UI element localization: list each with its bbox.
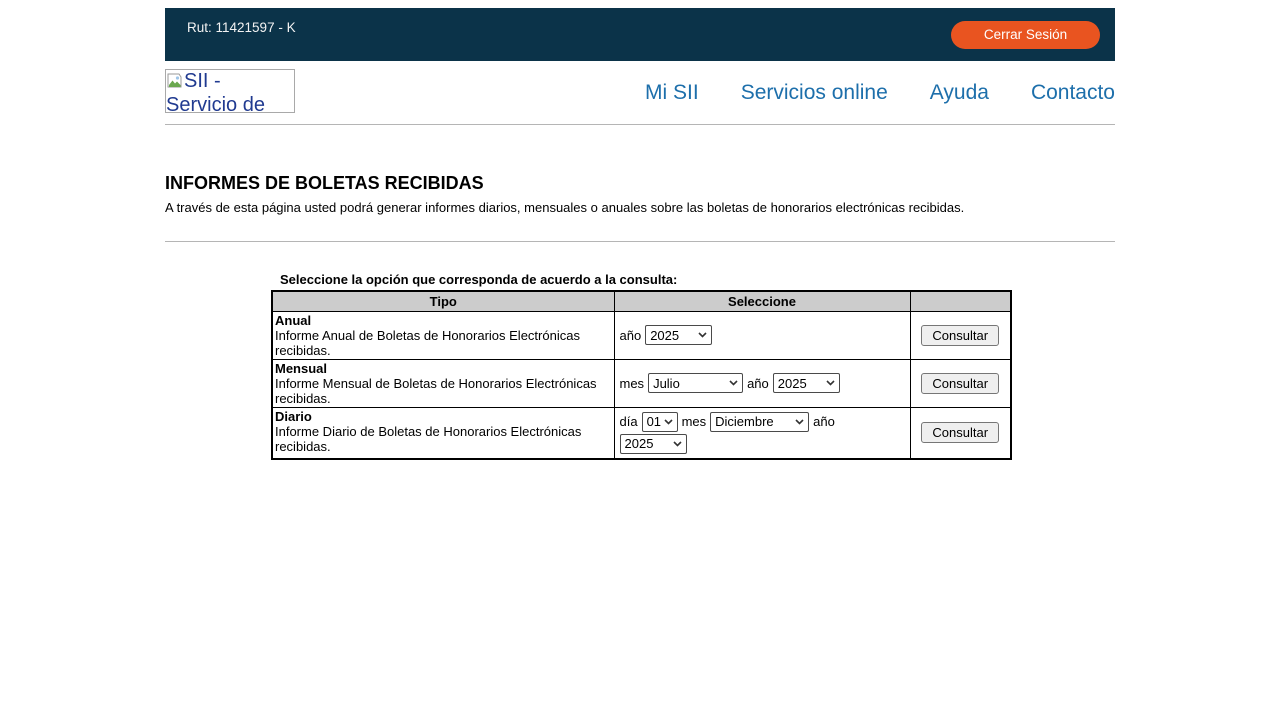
- page-container: Rut: 11421597 - K Cerrar Sesión SII - Se…: [165, 8, 1115, 460]
- seleccione-cell-mensual: mes Julio año 2025: [614, 359, 910, 407]
- page-description: A través de esta página usted podrá gene…: [165, 200, 1115, 217]
- table-header-row: Tipo Seleccione: [272, 291, 1011, 311]
- logout-button[interactable]: Cerrar Sesión: [951, 21, 1100, 49]
- select-value: Diciembre: [715, 414, 774, 429]
- consultar-mensual-button[interactable]: Consultar: [921, 373, 999, 394]
- table-row-anual: Anual Informe Anual de Boletas de Honora…: [272, 311, 1011, 359]
- reports-table: Tipo Seleccione Anual Informe Anual de B…: [271, 290, 1012, 460]
- diario-day-label: día: [620, 414, 638, 429]
- topbar: Rut: 11421597 - K Cerrar Sesión: [165, 8, 1115, 61]
- row-type-label: Mensual: [275, 361, 611, 376]
- row-description: Informe Anual de Boletas de Honorarios E…: [275, 328, 580, 358]
- mensual-month-label: mes: [620, 376, 645, 391]
- table-row-diario: Diario Informe Diario de Boletas de Hono…: [272, 407, 1011, 459]
- chevron-down-icon: [795, 419, 804, 425]
- nav-mi-sii[interactable]: Mi SII: [645, 81, 699, 105]
- header-divider: [165, 124, 1115, 125]
- row-type-label: Anual: [275, 313, 611, 328]
- row-description: Informe Diario de Boletas de Honorarios …: [275, 424, 581, 454]
- diario-month-select[interactable]: Diciembre: [710, 412, 809, 432]
- table-row-mensual: Mensual Informe Mensual de Boletas de Ho…: [272, 359, 1011, 407]
- action-cell-mensual: Consultar: [910, 359, 1011, 407]
- nav-ayuda[interactable]: Ayuda: [930, 81, 989, 105]
- chevron-down-icon: [698, 332, 707, 338]
- diario-month-label: mes: [682, 414, 707, 429]
- consultar-anual-button[interactable]: Consultar: [921, 325, 999, 346]
- diario-year-label: año: [813, 414, 835, 429]
- row-type-label: Diario: [275, 409, 611, 424]
- column-header-actions: [910, 291, 1011, 311]
- broken-image-icon: [167, 72, 183, 94]
- chevron-down-icon: [664, 419, 673, 425]
- mensual-year-select[interactable]: 2025: [773, 373, 840, 393]
- rut-label: Rut: 11421597 - K: [187, 20, 296, 61]
- chevron-down-icon: [729, 380, 738, 386]
- select-value: 2025: [650, 328, 679, 343]
- nav-servicios-online[interactable]: Servicios online: [741, 81, 888, 105]
- tipo-cell-mensual: Mensual Informe Mensual de Boletas de Ho…: [272, 359, 614, 407]
- column-header-tipo: Tipo: [272, 291, 614, 311]
- sii-logo[interactable]: SII - Servicio de: [165, 69, 295, 113]
- seleccione-cell-anual: año 2025: [614, 311, 910, 359]
- mensual-month-select[interactable]: Julio: [648, 373, 743, 393]
- column-header-seleccione: Seleccione: [614, 291, 910, 311]
- select-value: Julio: [653, 376, 680, 391]
- anual-year-label: año: [620, 328, 642, 343]
- diario-year-select[interactable]: 2025: [620, 434, 687, 454]
- table-instruction: Seleccione la opción que corresponda de …: [280, 272, 1115, 287]
- tipo-cell-diario: Diario Informe Diario de Boletas de Hono…: [272, 407, 614, 459]
- chevron-down-icon: [673, 441, 682, 447]
- page-title: INFORMES DE BOLETAS RECIBIDAS: [165, 173, 1115, 195]
- mensual-year-label: año: [747, 376, 769, 391]
- select-value: 01: [647, 414, 661, 429]
- consultar-diario-button[interactable]: Consultar: [921, 422, 999, 443]
- seleccione-cell-diario: día 01 mes Diciembre año: [614, 407, 910, 459]
- select-value: 2025: [625, 436, 654, 451]
- main-nav: Mi SII Servicios online Ayuda Contacto: [645, 81, 1115, 105]
- anual-year-select[interactable]: 2025: [645, 325, 712, 345]
- content-divider: [165, 241, 1115, 242]
- row-description: Informe Mensual de Boletas de Honorarios…: [275, 376, 597, 406]
- tipo-cell-anual: Anual Informe Anual de Boletas de Honora…: [272, 311, 614, 359]
- main-content: INFORMES DE BOLETAS RECIBIDAS A través d…: [165, 173, 1115, 460]
- site-header: SII - Servicio de Mi SII Servicios onlin…: [165, 61, 1115, 124]
- chevron-down-icon: [826, 380, 835, 386]
- nav-contacto[interactable]: Contacto: [1031, 81, 1115, 105]
- action-cell-anual: Consultar: [910, 311, 1011, 359]
- diario-day-select[interactable]: 01: [642, 412, 678, 432]
- select-value: 2025: [778, 376, 807, 391]
- action-cell-diario: Consultar: [910, 407, 1011, 459]
